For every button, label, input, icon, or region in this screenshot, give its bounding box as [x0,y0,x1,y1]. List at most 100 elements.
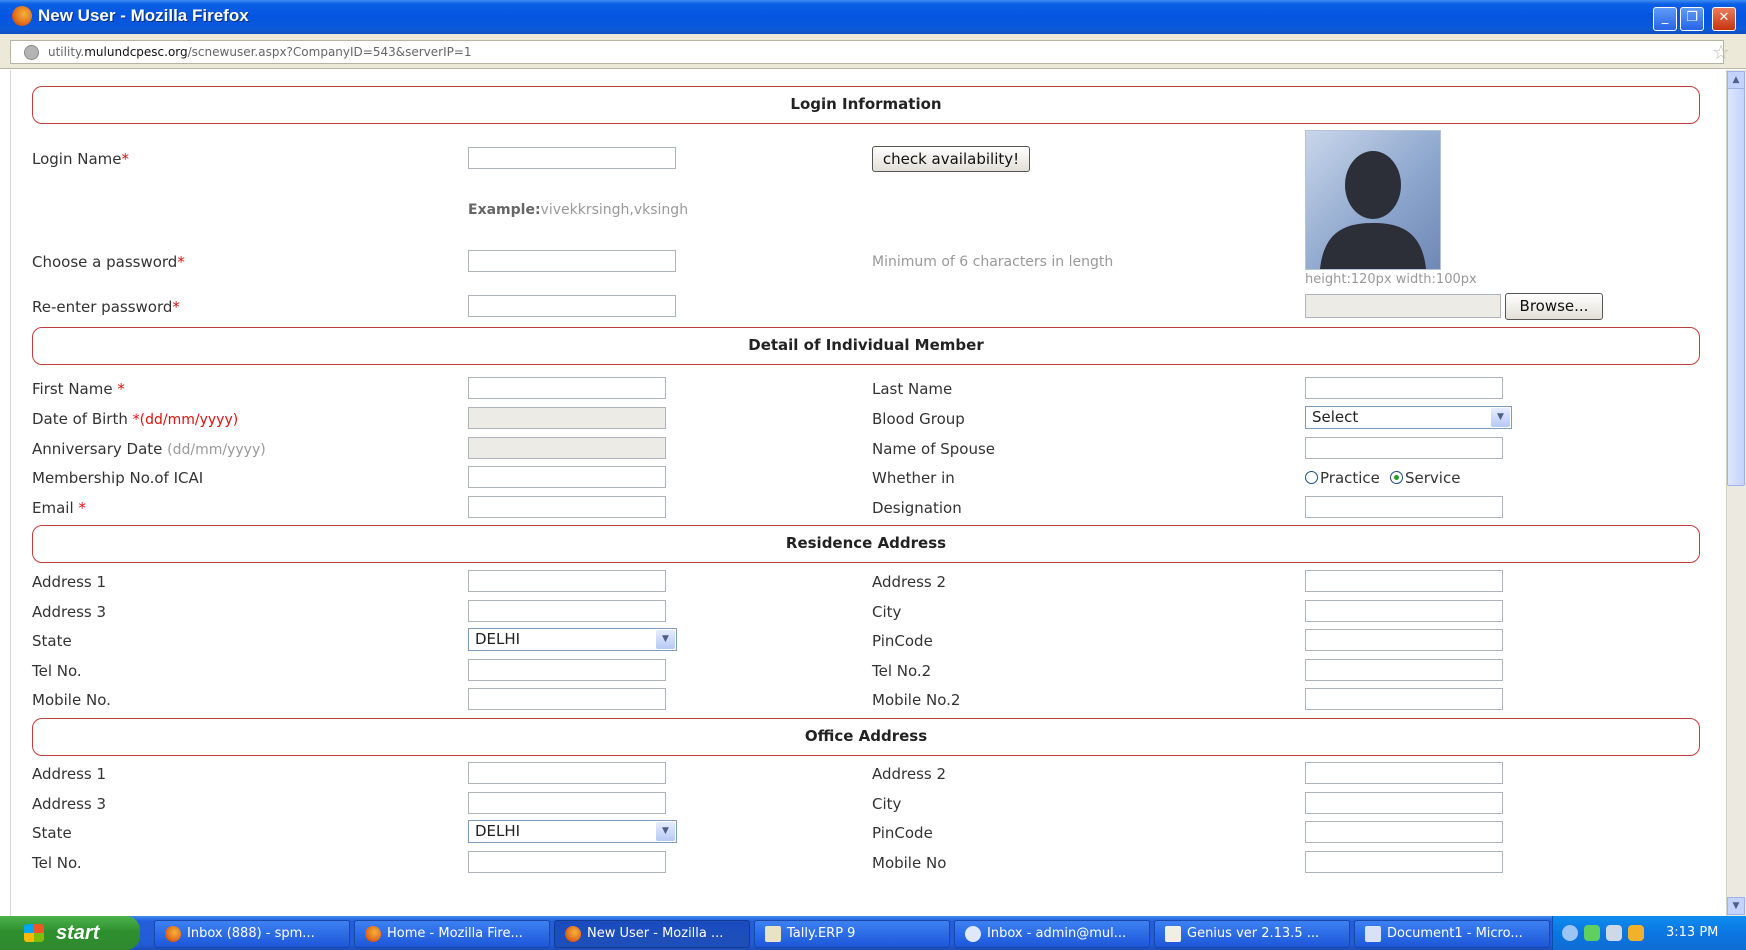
required-mark: * [117,380,125,398]
taskbar-item-document1[interactable]: Document1 - Micro... [1354,920,1550,948]
firefox-icon [565,926,581,942]
taskbar-item-new-user[interactable]: New User - Mozilla ... [554,920,750,948]
res-mobile-input[interactable] [468,688,666,710]
spouse-label: Name of Spouse [872,440,996,458]
practice-label: Practice [1320,469,1380,487]
section-office-address: Office Address [32,718,1700,756]
res-tel2-input[interactable] [1305,659,1503,681]
res-state-label: State [32,632,72,650]
url-text[interactable]: utility.mulundcpesc.org/scnewuser.aspx?C… [48,45,472,59]
membership-label: Membership No.of ICAI [32,469,204,487]
tray-user-icon[interactable] [1628,925,1644,941]
person-silhouette-icon [1320,151,1426,269]
taskbar-item-tally[interactable]: Tally.ERP 9 [754,920,950,948]
designation-input[interactable] [1305,496,1503,518]
scroll-up-arrow-icon[interactable]: ▲ [1727,71,1745,89]
off-city-input[interactable] [1305,792,1503,814]
scroll-down-arrow-icon[interactable]: ▼ [1727,897,1745,915]
res-city-input[interactable] [1305,600,1503,622]
photo-file-input[interactable] [1305,294,1501,318]
tray-expand-icon[interactable] [1562,925,1578,941]
blood-group-select[interactable]: Select ▼ [1305,406,1512,429]
membership-input[interactable] [468,466,666,488]
off-pincode-input[interactable] [1305,821,1503,843]
chevron-down-icon[interactable]: ▼ [656,630,675,649]
browse-button[interactable]: Browse... [1505,293,1603,320]
check-availability-button[interactable]: check availability! [872,146,1030,172]
res-mobile2-input[interactable] [1305,688,1503,710]
firefox-icon [365,926,381,942]
close-button[interactable]: ✕ [1712,7,1736,31]
taskbar-item-inbox-firefox[interactable]: Inbox (888) - spm... [154,920,350,948]
required-mark: * [177,253,185,271]
res-mobile-label: Mobile No. [32,691,111,709]
taskbar-item-inbox-admin[interactable]: Inbox - admin@mul... [954,920,1150,948]
task-label: Document1 - Micro... [1387,926,1523,941]
first-name-input[interactable] [468,377,666,399]
anniversary-text: Anniversary Date [32,440,163,458]
bookmark-star-icon[interactable]: ☆ [1712,40,1730,64]
service-label: Service [1405,469,1461,487]
last-name-input[interactable] [1305,377,1503,399]
task-label: Genius ver 2.13.5 ... [1187,926,1320,941]
res-tel-input[interactable] [468,659,666,681]
required-mark: * [172,298,180,316]
window-title-bar[interactable] [0,0,1746,34]
reenter-password-input[interactable] [468,295,676,317]
network-icon[interactable] [1606,925,1622,941]
reenter-password-text: Re-enter password [32,298,173,316]
off-address2-input[interactable] [1305,762,1503,784]
off-address3-label: Address 3 [32,795,107,813]
res-pincode-label: PinCode [872,632,933,650]
taskbar-item-genius[interactable]: Genius ver 2.13.5 ... [1154,920,1350,948]
scroll-thumb[interactable] [1727,88,1745,486]
dob-input[interactable] [468,407,666,429]
res-city-label: City [872,603,902,621]
res-tel-label: Tel No. [32,662,82,680]
service-radio[interactable] [1390,471,1403,484]
spouse-input[interactable] [1305,437,1503,459]
res-address2-input[interactable] [1305,570,1503,592]
minimize-button[interactable]: _ [1653,7,1677,31]
tray-app-icon[interactable] [1584,925,1600,941]
res-pincode-input[interactable] [1305,629,1503,651]
clock[interactable]: 3:13 PM [1666,925,1718,940]
dob-format: *(dd/mm/yyyy) [132,412,239,428]
practice-radio[interactable] [1305,471,1318,484]
whether-in-label: Whether in [872,469,955,487]
res-tel2-label: Tel No.2 [872,662,932,680]
restore-button[interactable]: ❐ [1680,7,1704,31]
blood-group-value: Select [1312,408,1359,426]
off-state-select[interactable]: DELHI ▼ [468,820,677,843]
off-address3-input[interactable] [468,792,666,814]
dob-text: Date of Birth [32,410,128,428]
example-prefix: Example: [468,202,541,218]
taskbar-item-home-firefox[interactable]: Home - Mozilla Fire... [354,920,550,948]
anniversary-input[interactable] [468,437,666,459]
required-mark: * [78,499,86,517]
start-label: start [56,922,100,944]
res-address3-label: Address 3 [32,603,107,621]
anniversary-format: (dd/mm/yyyy) [167,442,266,458]
off-tel-input[interactable] [468,851,666,873]
login-name-input[interactable] [468,147,676,169]
off-address1-input[interactable] [468,762,666,784]
photo-size-hint: height:120px width:100px [1305,272,1477,287]
res-address1-label: Address 1 [32,573,107,591]
start-button[interactable]: start [0,916,140,950]
task-label: Home - Mozilla Fire... [387,926,523,941]
res-address3-input[interactable] [468,600,666,622]
res-state-select[interactable]: DELHI ▼ [468,628,677,651]
genius-app-icon [1165,926,1181,942]
password-label: Choose a password* [32,253,185,271]
anniversary-label: Anniversary Date (dd/mm/yyyy) [32,440,266,458]
password-input[interactable] [468,250,676,272]
windows-logo-icon [24,924,44,942]
off-tel-label: Tel No. [32,854,82,872]
off-mobile-input[interactable] [1305,851,1503,873]
chevron-down-icon[interactable]: ▼ [656,822,675,841]
chevron-down-icon[interactable]: ▼ [1491,408,1510,427]
email-input[interactable] [468,496,666,518]
blood-group-label: Blood Group [872,410,965,428]
res-address1-input[interactable] [468,570,666,592]
